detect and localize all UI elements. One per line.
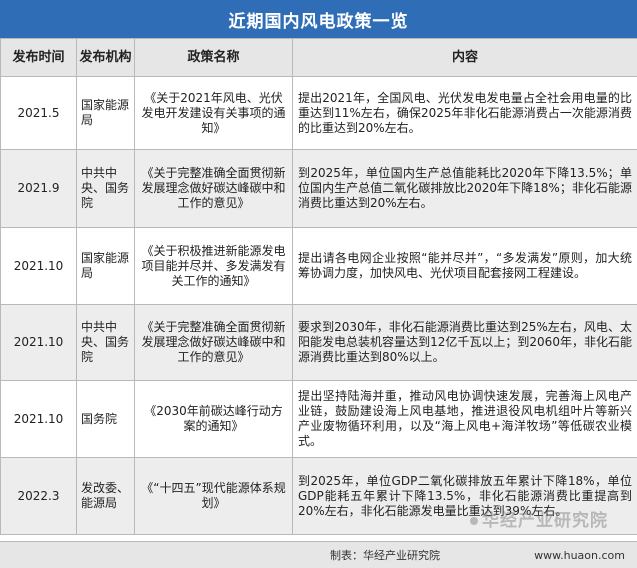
cell-content: 到2025年，单位GDP二氧化碳排放五年累计下降18%，单位GDP能耗五年累计下… <box>292 457 637 535</box>
cell-date: 2021.10 <box>0 227 77 305</box>
cell-org: 中共中央、国务院 <box>76 304 135 381</box>
table-row: 2021.10 国务院 《2030年前碳达峰行动方案的通知》 提出坚持陆海并重，… <box>0 380 637 458</box>
table-title: 近期国内风电政策一览 <box>0 0 637 38</box>
footer-url[interactable]: www.huaon.com <box>534 549 625 562</box>
policy-table: 发布时间 发布机构 政策名称 内容 2021.5 国家能源局 《关于2021年风… <box>0 38 637 535</box>
table-footer: 制表：华经产业研究院 www.huaon.com <box>0 541 637 568</box>
cell-name: 《关于完整准确全面贯彻新发展理念做好碳达峰碳中和工作的意见》 <box>134 149 293 228</box>
table-header-row: 发布时间 发布机构 政策名称 内容 <box>0 38 637 77</box>
cell-content: 提出请各电网企业按照“能并尽并”，“多发满发”原则，加大统筹协调力度，加快风电、… <box>292 227 637 305</box>
cell-name: 《关于积极推进新能源发电项目能并尽并、多发满发有关工作的通知》 <box>134 227 293 305</box>
cell-name: 《关于完整准确全面贯彻新发展理念做好碳达峰碳中和工作的意见》 <box>134 304 293 381</box>
header-content: 内容 <box>292 38 637 77</box>
cell-org: 发改委、能源局 <box>76 457 135 535</box>
cell-org: 国家能源局 <box>76 227 135 305</box>
table-row: 2021.10 中共中央、国务院 《关于完整准确全面贯彻新发展理念做好碳达峰碳中… <box>0 304 637 381</box>
cell-content: 提出坚持陆海并重，推动风电协调快速发展，完善海上风电产业链，鼓励建设海上风电基地… <box>292 380 637 458</box>
header-org: 发布机构 <box>76 38 135 77</box>
cell-date: 2022.3 <box>0 457 77 535</box>
table-row: 2021.9 中共中央、国务院 《关于完整准确全面贯彻新发展理念做好碳达峰碳中和… <box>0 149 637 228</box>
cell-date: 2021.10 <box>0 380 77 458</box>
cell-org: 国务院 <box>76 380 135 458</box>
table-row: 2022.3 发改委、能源局 《“十四五”现代能源体系规划》 到2025年，单位… <box>0 457 637 535</box>
cell-date: 2021.9 <box>0 149 77 228</box>
cell-name: 《关于2021年风电、光伏发电开发建设有关事项的通知》 <box>134 76 293 150</box>
cell-content: 提出2021年，全国风电、光伏发电发电量占全社会用电量的比重达到11%左右，确保… <box>292 76 637 150</box>
cell-date: 2021.10 <box>0 304 77 381</box>
cell-content: 要求到2030年，非化石能源消费比重达到25%左右，风电、太阳能发电总装机容量达… <box>292 304 637 381</box>
cell-date: 2021.5 <box>0 76 77 150</box>
cell-name: 《2030年前碳达峰行动方案的通知》 <box>134 380 293 458</box>
cell-content: 到2025年，单位国内生产总值能耗比2020年下降13.5%；单位国内生产总值二… <box>292 149 637 228</box>
table-row: 2021.5 国家能源局 《关于2021年风电、光伏发电开发建设有关事项的通知》… <box>0 76 637 150</box>
header-name: 政策名称 <box>134 38 293 77</box>
cell-org: 中共中央、国务院 <box>76 149 135 228</box>
cell-name: 《“十四五”现代能源体系规划》 <box>134 457 293 535</box>
table-row: 2021.10 国家能源局 《关于积极推进新能源发电项目能并尽并、多发满发有关工… <box>0 227 637 305</box>
cell-org: 国家能源局 <box>76 76 135 150</box>
footer-source: 制表：华经产业研究院 <box>330 549 440 562</box>
header-date: 发布时间 <box>0 38 77 77</box>
